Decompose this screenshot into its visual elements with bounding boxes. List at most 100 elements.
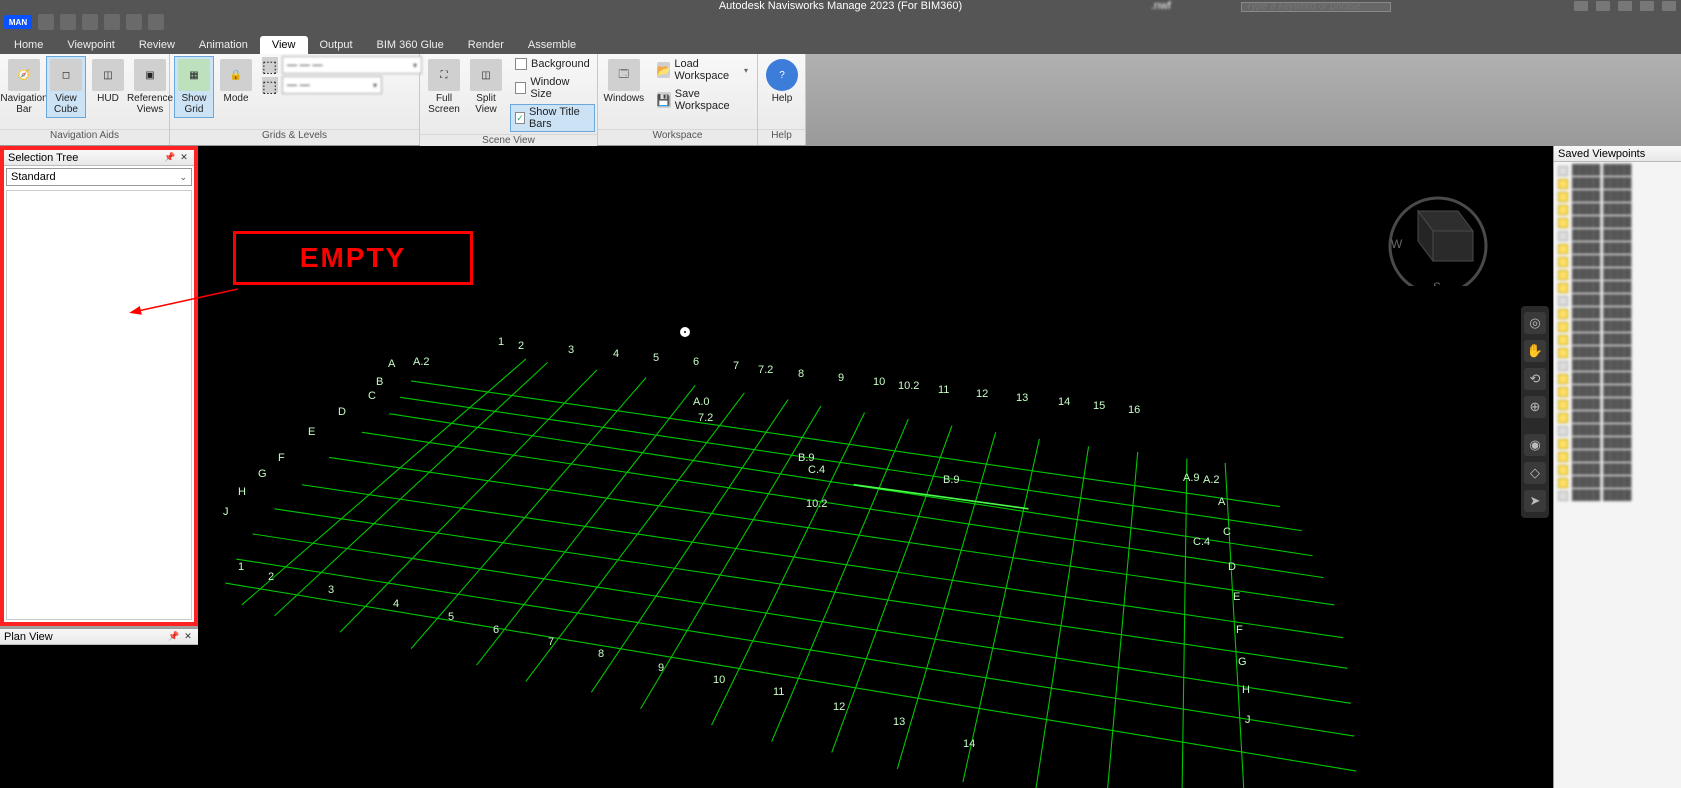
tab-animation[interactable]: Animation (187, 36, 260, 54)
viewpoint-item[interactable]: ████ ████ (1556, 216, 1679, 229)
file-name: .nwf (1151, 0, 1171, 12)
mode-icon: 🔒 (220, 59, 252, 91)
viewpoint-item[interactable]: ████ ████ (1556, 450, 1679, 463)
nav-3d-toolbar: ◎ ✋ ⟲ ⊕ ◉ ◇ ➤ (1521, 306, 1549, 518)
viewpoint-item[interactable]: ████ ████ (1556, 242, 1679, 255)
tab-review[interactable]: Review (127, 36, 187, 54)
viewpoint-item[interactable]: ████ ████ (1556, 268, 1679, 281)
tab-viewpoint[interactable]: Viewpoint (55, 36, 127, 54)
save-workspace-button[interactable]: 💾 Save Workspace (652, 86, 753, 114)
level-dropdown-2[interactable]: — —▾ (282, 76, 382, 94)
qa-undo-icon[interactable] (104, 14, 120, 30)
viewpoint-item[interactable]: ████ ████ (1556, 177, 1679, 190)
cart-icon[interactable] (1618, 1, 1632, 11)
selection-tree-header[interactable]: Selection Tree 📌 ✕ (4, 150, 194, 166)
look-icon[interactable]: ◇ (1524, 462, 1546, 484)
qa-redo-icon[interactable] (126, 14, 142, 30)
level-above-icon: ⬚ (262, 57, 278, 73)
help-button[interactable]: ? Help (762, 56, 802, 107)
grid-lines (198, 146, 1553, 788)
reference-views-button[interactable]: ▣ Reference Views (130, 56, 170, 118)
viewcube-widget[interactable]: W S (1383, 176, 1493, 286)
load-ws-icon: 📂 (657, 62, 671, 78)
viewpoint-item[interactable]: ████ ████ (1556, 255, 1679, 268)
tab-view[interactable]: View (260, 36, 308, 54)
qa-open-icon[interactable] (38, 14, 54, 30)
full-screen-button[interactable]: ⛶ Full Screen (424, 56, 464, 118)
tab-bim360glue[interactable]: BIM 360 Glue (365, 36, 456, 54)
window-size-check[interactable]: Window Size (510, 74, 595, 102)
qa-refresh-icon[interactable] (82, 14, 98, 30)
nav-bar-icon: 🧭 (8, 59, 40, 91)
signin-icon[interactable] (1574, 1, 1588, 11)
qa-select-icon[interactable] (148, 14, 164, 30)
exchange-icon[interactable] (1596, 1, 1610, 11)
viewpoint-item[interactable]: ████ ████ (1556, 463, 1679, 476)
title-bar: Autodesk Navisworks Manage 2023 (For BIM… (0, 0, 1681, 12)
tab-render[interactable]: Render (456, 36, 516, 54)
search-box[interactable] (1241, 0, 1391, 12)
tab-output[interactable]: Output (308, 36, 365, 54)
background-check[interactable]: Background (510, 56, 595, 72)
ref-views-icon: ▣ (134, 59, 166, 91)
viewpoint-item[interactable]: ████ ████ (1556, 346, 1679, 359)
plan-view-header[interactable]: Plan View 📌 ✕ (0, 629, 198, 645)
selection-tree-body[interactable] (6, 190, 192, 620)
viewpoint-item[interactable]: ████ ████ (1556, 489, 1679, 502)
left-dock: Selection Tree 📌 ✕ Standard ⌄ Plan View … (0, 146, 198, 788)
qa-save-icon[interactable] (60, 14, 76, 30)
selection-tree-title: Selection Tree (8, 152, 78, 164)
saved-viewpoints-list[interactable]: ████ ████████ ████████ ████████ ████████… (1554, 162, 1681, 788)
zoom-icon[interactable]: ⟲ (1524, 368, 1546, 390)
pan-icon[interactable]: ✋ (1524, 340, 1546, 362)
close-icon[interactable]: ✕ (182, 631, 194, 643)
saved-viewpoints-header[interactable]: Saved Viewpoints (1554, 146, 1681, 162)
selection-tree-combo[interactable]: Standard ⌄ (6, 168, 192, 186)
group-label-help: Help (758, 129, 805, 145)
windows-button[interactable]: 🗔 Windows (602, 56, 646, 107)
pin-icon[interactable]: 📌 (168, 631, 180, 643)
plan-view-body[interactable] (0, 645, 198, 788)
viewpoint-item[interactable]: ████ ████ (1556, 398, 1679, 411)
viewpoint-item[interactable]: ████ ████ (1556, 190, 1679, 203)
zoom-window-icon[interactable]: ⊕ (1524, 396, 1546, 418)
minimize-icon[interactable] (1662, 1, 1676, 11)
viewpoint-item[interactable]: ████ ████ (1556, 359, 1679, 372)
viewpoint-item[interactable]: ████ ████ (1556, 424, 1679, 437)
product-badge: MAN (4, 15, 32, 29)
view-cube-button[interactable]: ◻ View Cube (46, 56, 86, 118)
help-q-icon[interactable] (1640, 1, 1654, 11)
3d-viewport[interactable]: EMPTY (198, 146, 1553, 788)
viewpoint-item[interactable]: ████ ████ (1556, 385, 1679, 398)
tab-home[interactable]: Home (2, 36, 55, 54)
navigation-bar-button[interactable]: 🧭 Navigation Bar (4, 56, 44, 118)
split-view-button[interactable]: ◫ Split View (466, 56, 506, 118)
viewpoint-item[interactable]: ████ ████ (1556, 281, 1679, 294)
viewpoint-item[interactable]: ████ ████ (1556, 333, 1679, 346)
select-icon[interactable]: ➤ (1524, 490, 1546, 512)
close-icon[interactable]: ✕ (178, 152, 190, 164)
viewpoint-item[interactable]: ████ ████ (1556, 307, 1679, 320)
show-title-bars-check[interactable]: ✓ Show Title Bars (510, 104, 595, 132)
load-workspace-button[interactable]: 📂 Load Workspace ▾ (652, 56, 753, 84)
walk-icon[interactable]: ◉ (1524, 434, 1546, 456)
mode-button[interactable]: 🔒 Mode (216, 56, 256, 107)
level-below-icon: ⬚ (262, 77, 278, 93)
viewpoint-item[interactable]: ████ ████ (1556, 476, 1679, 489)
viewpoint-item[interactable]: ████ ████ (1556, 411, 1679, 424)
tab-assemble[interactable]: Assemble (516, 36, 588, 54)
viewpoint-item[interactable]: ████ ████ (1556, 437, 1679, 450)
viewpoint-item[interactable]: ████ ████ (1556, 294, 1679, 307)
viewpoint-item[interactable]: ████ ████ (1556, 203, 1679, 216)
viewpoint-item[interactable]: ████ ████ (1556, 372, 1679, 385)
level-dropdown-1[interactable]: — — —▾ (282, 56, 422, 74)
quick-access-toolbar: MAN (0, 12, 1681, 32)
show-grid-button[interactable]: ▦ Show Grid (174, 56, 214, 118)
pin-icon[interactable]: 📌 (164, 152, 176, 164)
search-input[interactable] (1241, 2, 1391, 12)
hud-button[interactable]: ◫ HUD (88, 56, 128, 107)
viewpoint-item[interactable]: ████ ████ (1556, 164, 1679, 177)
viewpoint-item[interactable]: ████ ████ (1556, 229, 1679, 242)
viewpoint-item[interactable]: ████ ████ (1556, 320, 1679, 333)
orbit-icon[interactable]: ◎ (1524, 312, 1546, 334)
